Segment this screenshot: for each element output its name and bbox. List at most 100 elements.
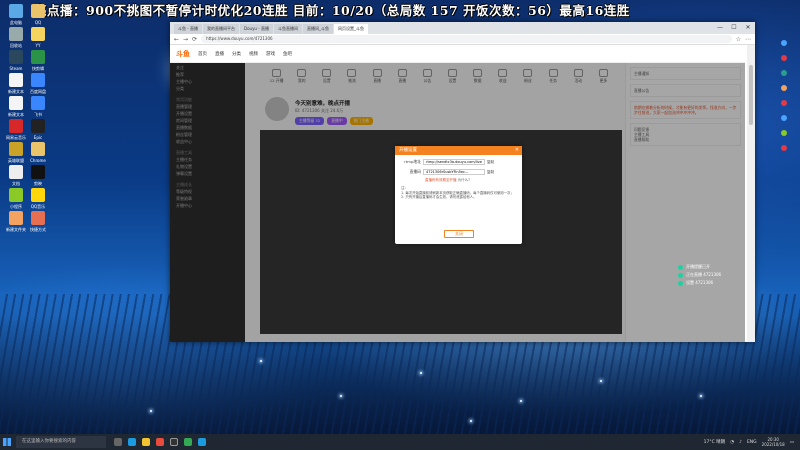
- desktop-icon[interactable]: 快剪辑: [26, 50, 50, 71]
- desktop-icon-label: Steam: [9, 66, 23, 71]
- modal-close-icon[interactable]: ✕: [515, 146, 519, 155]
- desktop-icon[interactable]: 百度网盘: [26, 73, 50, 94]
- desktop-icon-label: 新建文件夹: [6, 227, 26, 232]
- stream-banner: 亮点播：900不挑图不暂停计时优化20连胜 目前：10/20（总局数 157 开…: [34, 3, 630, 18]
- desktop-icon[interactable]: 小程序: [4, 188, 28, 209]
- task-view-icon[interactable]: [114, 438, 122, 446]
- desktop-icon[interactable]: 网易云音乐: [4, 119, 28, 140]
- app-icon[interactable]: [781, 40, 787, 46]
- desktop-icon[interactable]: QQ音乐: [26, 188, 50, 209]
- app-icon: [9, 96, 23, 110]
- browser-tab[interactable]: 我的直播间平台: [203, 24, 239, 34]
- desktop-icon[interactable]: 文档: [4, 165, 28, 186]
- nav-item[interactable]: 鱼吧: [283, 51, 292, 57]
- copy-key-button[interactable]: 复制: [487, 170, 494, 175]
- desktop-icon[interactable]: YY: [26, 27, 50, 48]
- nav-item[interactable]: 视频: [249, 51, 258, 57]
- stream-key-label: 直播码: [409, 169, 421, 174]
- start-button[interactable]: [0, 434, 14, 450]
- desktop-icon[interactable]: 剪映: [26, 165, 50, 186]
- desktop-icon[interactable]: Steam: [4, 50, 28, 71]
- stream-key-field[interactable]: [423, 169, 485, 175]
- obs-icon[interactable]: [170, 438, 178, 446]
- favorite-icon[interactable]: ☆: [736, 36, 741, 43]
- site-logo[interactable]: 斗鱼: [176, 49, 190, 59]
- wifi-icon[interactable]: ◔: [730, 440, 734, 445]
- app-icon: [31, 4, 45, 18]
- app-icon[interactable]: [781, 100, 787, 106]
- desktop-icon[interactable]: 快捷方式: [26, 211, 50, 232]
- app-icon: [31, 165, 45, 179]
- app-icon: [9, 142, 23, 156]
- clock[interactable]: 20:30 2022/10/18: [762, 437, 785, 447]
- desktop-icon[interactable]: 新建文本: [4, 73, 28, 94]
- desktop-icon[interactable]: QQ: [26, 4, 50, 25]
- float-status-item[interactable]: 设置 4721306: [678, 279, 721, 287]
- desktop-icon-label: YY: [35, 43, 41, 48]
- page-scrollbar[interactable]: [747, 45, 755, 342]
- windows-icon: [3, 438, 11, 446]
- app-icon[interactable]: [198, 438, 206, 446]
- app-icon[interactable]: [781, 55, 787, 61]
- app-icon[interactable]: [781, 115, 787, 121]
- notification-icon[interactable]: ▭: [790, 440, 794, 445]
- minimize-button[interactable]: —: [713, 22, 727, 34]
- rtmp-address-field[interactable]: [423, 159, 485, 165]
- app-icon[interactable]: [781, 130, 787, 136]
- desktop-icon-label: 快剪辑: [32, 66, 44, 71]
- volume-icon[interactable]: ♪: [739, 440, 742, 445]
- app-icon[interactable]: [781, 85, 787, 91]
- float-status-item[interactable]: 开播提醒已开: [678, 263, 721, 271]
- nav-item[interactable]: 游戏: [266, 51, 275, 57]
- system-tray: 17°C 晴朗 ◔ ♪ ENG 20:30 2022/10/18 ▭: [704, 434, 794, 450]
- nav-item[interactable]: 直播: [215, 51, 224, 57]
- desktop-icon[interactable]: 飞书: [26, 96, 50, 117]
- menu-icon[interactable]: ⋯: [745, 36, 751, 43]
- browser-tab[interactable]: 网页设置_斗鱼: [333, 24, 368, 34]
- store-icon[interactable]: [156, 438, 164, 446]
- status-dot-icon: [678, 272, 683, 278]
- taskbar-search[interactable]: 在这里输入你要搜索的内容: [16, 436, 106, 448]
- desktop-icon[interactable]: 新建文件夹: [4, 211, 28, 232]
- app-icon: [31, 119, 45, 133]
- browser-tab[interactable]: Douyu - 直播: [240, 24, 273, 34]
- float-status-label: 设置 4721306: [686, 280, 714, 285]
- chrome-icon[interactable]: [184, 438, 192, 446]
- app-icon: [9, 165, 23, 179]
- weather[interactable]: 17°C 晴朗: [704, 439, 726, 445]
- edge-icon[interactable]: [128, 438, 136, 446]
- app-icon: [9, 211, 23, 225]
- desktop-icon[interactable]: 回收站: [4, 27, 28, 48]
- copy-rtmp-button[interactable]: 复制: [487, 160, 494, 165]
- app-icon: [9, 73, 23, 87]
- modal-close-button[interactable]: 关闭: [444, 230, 474, 238]
- close-button[interactable]: ✕: [741, 22, 755, 34]
- back-icon[interactable]: ←: [174, 36, 179, 43]
- forward-icon[interactable]: →: [183, 36, 188, 43]
- desktop-icon[interactable]: Epic: [26, 119, 50, 140]
- browser-tab[interactable]: 斗鱼直播间: [273, 24, 302, 34]
- explorer-icon[interactable]: [142, 438, 150, 446]
- maximize-button[interactable]: ☐: [727, 22, 741, 34]
- app-icon: [31, 142, 45, 156]
- language-indicator[interactable]: ENG: [747, 440, 757, 445]
- desktop-icon[interactable]: 此电脑: [4, 4, 28, 25]
- clock-date: 2022/10/18: [761, 442, 785, 447]
- modal-title: 开播设置: [399, 148, 417, 153]
- browser-tab[interactable]: 斗鱼 - 直播: [174, 24, 202, 34]
- desktop-icon[interactable]: 英雄联盟: [4, 142, 28, 163]
- browser-tabs: 斗鱼 - 直播 我的直播间平台 Douyu - 直播 斗鱼直播间 直播间_斗鱼 网页设置_…: [170, 22, 755, 34]
- key-hint-link[interactable]: 为什么?: [458, 178, 470, 182]
- url-input[interactable]: https://www.douyu.com/4721306: [201, 35, 732, 43]
- desktop-icon[interactable]: 新建文本: [4, 96, 28, 117]
- right-edge-icons: [781, 40, 791, 160]
- float-status-item[interactable]: 正在直播 4721306: [678, 271, 721, 279]
- refresh-icon[interactable]: ⟳: [192, 36, 197, 43]
- browser-tab[interactable]: 直播间_斗鱼: [302, 24, 333, 34]
- app-icon[interactable]: [781, 145, 787, 151]
- app-icon: [31, 96, 45, 110]
- nav-item[interactable]: 首页: [198, 51, 207, 57]
- app-icon[interactable]: [781, 70, 787, 76]
- desktop-icon[interactable]: Chrome: [26, 142, 50, 163]
- nav-item[interactable]: 分类: [232, 51, 241, 57]
